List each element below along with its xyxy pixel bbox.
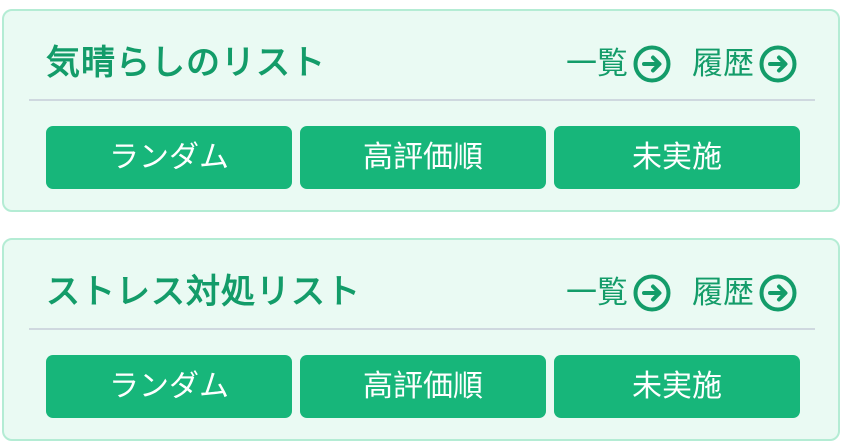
button-row: ランダム 高評価順 未実施 [46,355,800,418]
distraction-list-card: 気晴らしのリスト 一覧 履歴 ランダム 高評価順 未実施 [2,9,840,212]
high-rating-button[interactable]: 高評価順 [300,126,546,189]
list-link-label: 一覧 [566,46,628,82]
card-links: 一覧 履歴 [566,44,798,84]
not-done-button[interactable]: 未実施 [554,126,800,189]
stress-coping-list-card: ストレス対処リスト 一覧 履歴 ランダム 高評価順 未実施 [2,238,840,441]
list-link[interactable]: 一覧 [566,44,672,84]
history-link-label: 履歴 [692,275,754,311]
not-done-button[interactable]: 未実施 [554,355,800,418]
divider [29,328,815,330]
arrow-right-circle-icon [633,274,671,312]
history-link-label: 履歴 [692,46,754,82]
card-links: 一覧 履歴 [566,273,798,313]
random-button[interactable]: ランダム [46,126,292,189]
history-link[interactable]: 履歴 [692,273,798,313]
card-title: 気晴らしのリスト [46,43,326,83]
high-rating-button[interactable]: 高評価順 [300,355,546,418]
history-link[interactable]: 履歴 [692,44,798,84]
arrow-right-circle-icon [759,274,797,312]
random-button[interactable]: ランダム [46,355,292,418]
arrow-right-circle-icon [759,45,797,83]
card-title: ストレス対処リスト [46,272,361,312]
list-link-label: 一覧 [566,275,628,311]
button-row: ランダム 高評価順 未実施 [46,126,800,189]
divider [29,99,815,101]
list-link[interactable]: 一覧 [566,273,672,313]
arrow-right-circle-icon [633,45,671,83]
